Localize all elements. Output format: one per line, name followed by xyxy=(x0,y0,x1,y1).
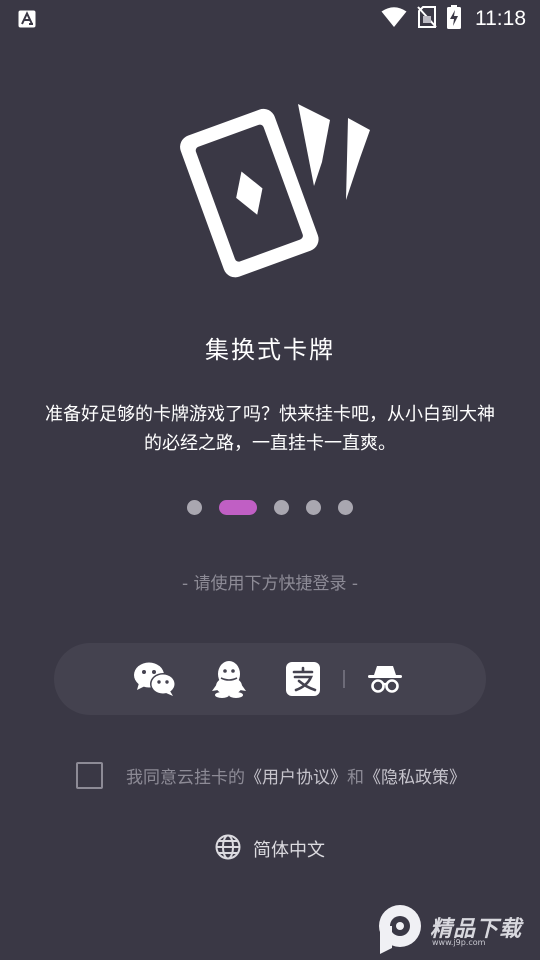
page-dot-active[interactable] xyxy=(219,499,257,515)
page-title: 集换式卡牌 xyxy=(205,336,335,364)
status-time: 11:18 xyxy=(475,7,526,30)
user-agreement-link[interactable]: 《用户协议》 xyxy=(245,768,347,788)
page-dot[interactable] xyxy=(338,499,353,515)
app-notification-icon xyxy=(18,10,36,28)
alipay-icon xyxy=(286,662,320,696)
login-divider xyxy=(343,670,345,688)
watermark-p-icon xyxy=(372,902,424,958)
page-indicator xyxy=(0,498,540,516)
wechat-login-button[interactable] xyxy=(131,655,179,703)
status-bar: 11:18 xyxy=(0,0,540,38)
wechat-icon xyxy=(133,661,177,697)
no-sim-icon xyxy=(417,6,437,32)
wifi-icon xyxy=(381,6,407,32)
battery-charging-icon xyxy=(447,5,461,33)
watermark-logo: 精品下载 www.j9p.com xyxy=(372,900,540,960)
agreement-conjunction: 和 xyxy=(347,767,364,788)
language-label: 简体中文 xyxy=(253,840,325,861)
page-dot[interactable] xyxy=(187,499,202,515)
quick-login-bar xyxy=(54,643,486,715)
agreement-row: 我同意云挂卡的《用户协议》和《隐私政策》 xyxy=(76,760,466,790)
privacy-policy-link[interactable]: 《隐私政策》 xyxy=(364,768,466,788)
language-selector[interactable]: 简体中文 xyxy=(0,834,540,864)
agreement-prefix: 我同意云挂卡的 xyxy=(126,767,245,788)
playing-cards-icon xyxy=(170,100,380,290)
page-dot[interactable] xyxy=(274,499,289,515)
page-dot[interactable] xyxy=(306,499,321,515)
watermark-url: www.j9p.com xyxy=(432,938,486,947)
guest-login-button[interactable] xyxy=(361,655,409,703)
alipay-login-button[interactable] xyxy=(279,655,327,703)
incognito-guest-icon xyxy=(368,664,402,694)
login-hint: - 请使用下方快捷登录 - xyxy=(181,574,359,594)
globe-icon xyxy=(215,834,241,864)
agreement-checkbox[interactable] xyxy=(76,761,103,789)
qq-login-button[interactable] xyxy=(205,655,253,703)
onboarding-description: 准备好足够的卡牌游戏了吗？快来挂卡吧，从小白到大神的必经之路，一直挂卡一直爽。 xyxy=(45,404,495,454)
qq-icon xyxy=(212,660,246,698)
agreement-text: 我同意云挂卡的《用户协议》和《隐私政策》 xyxy=(126,763,466,788)
